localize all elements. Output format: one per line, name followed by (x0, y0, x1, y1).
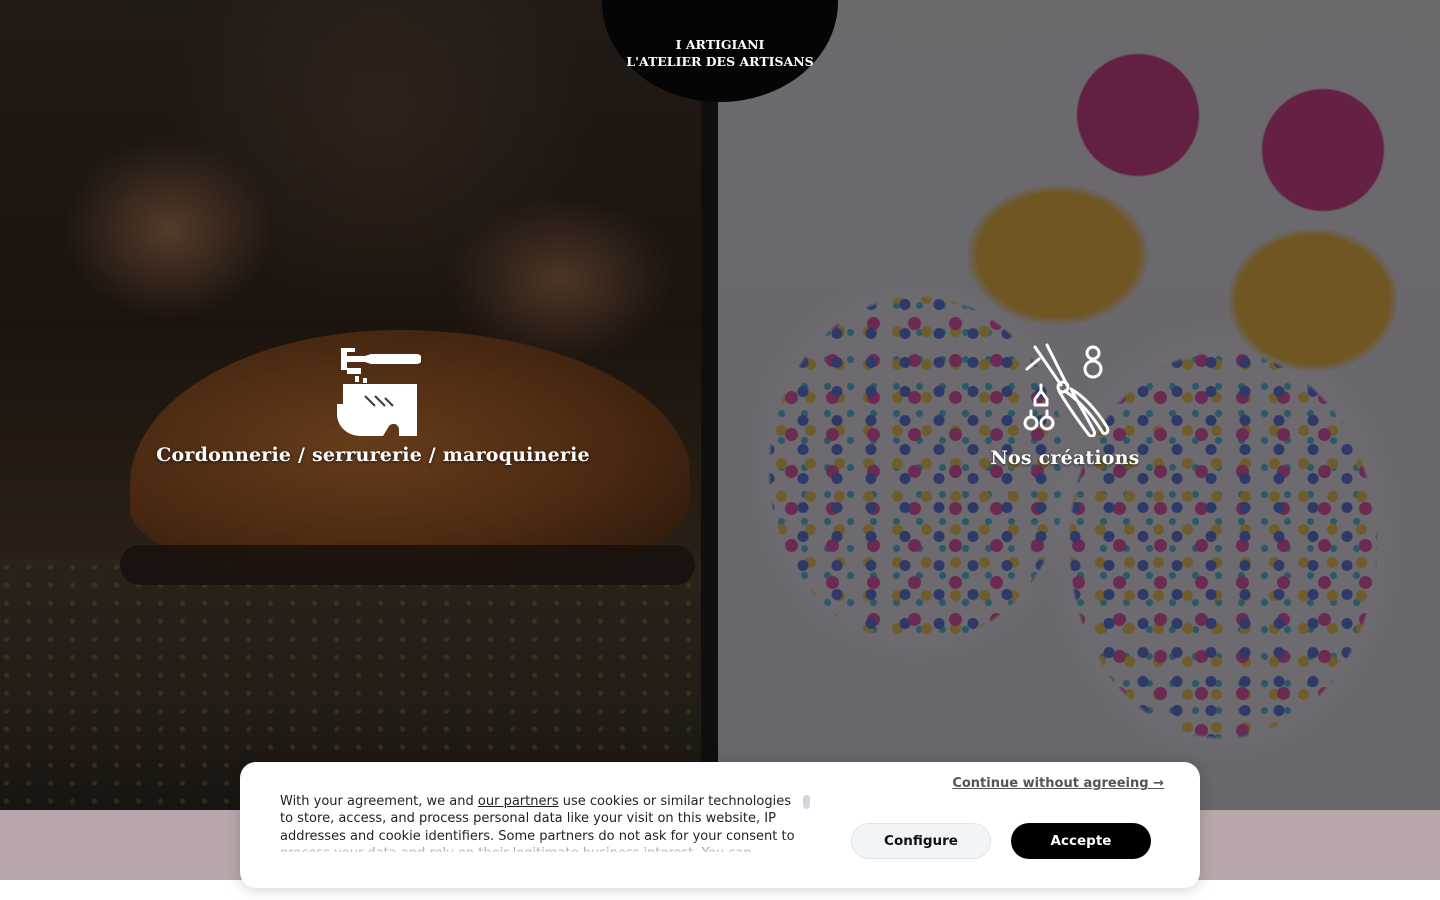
logo-title: I ARTIGIANI (675, 37, 765, 52)
configure-button[interactable]: Configure (851, 823, 991, 859)
logo-subtitle: L'ATELIER DES ARTISANS (626, 54, 814, 69)
service-label-creations: Nos créations (990, 447, 1140, 469)
accept-button[interactable]: Accepte (1011, 823, 1151, 859)
service-label-cordonnerie: Cordonnerie / serrurerie / maroquinerie (156, 444, 590, 466)
jewelry-pliers-icon (1023, 343, 1110, 437)
continue-without-agreeing-link[interactable]: Continue without agreeing → (952, 776, 1164, 791)
cookie-text-scrollbar[interactable] (803, 795, 810, 809)
cobbler-shoe-icon (337, 348, 421, 436)
service-creations[interactable]: Nos créations (718, 0, 1412, 810)
cookie-banner: With your agreement, we and our partners… (240, 762, 1200, 888)
partners-link[interactable]: our partners (478, 794, 559, 809)
service-cordonnerie[interactable]: Cordonnerie / serrurerie / maroquinerie (0, 0, 746, 810)
